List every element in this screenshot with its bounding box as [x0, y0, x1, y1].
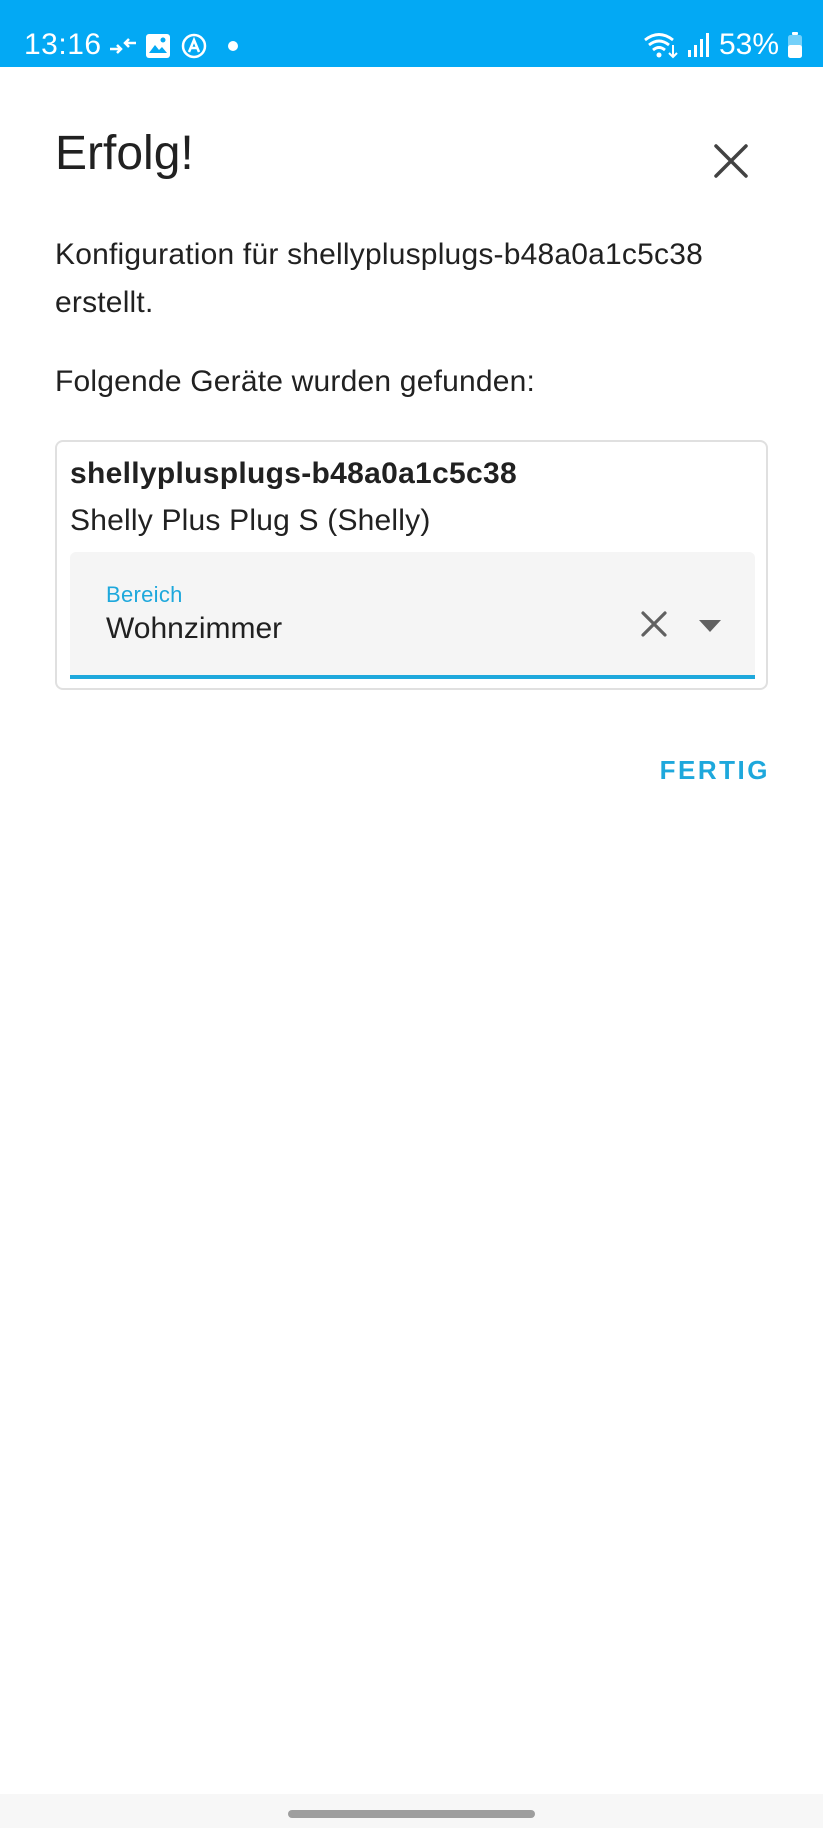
wifi-icon: [644, 33, 678, 59]
battery-icon: [788, 32, 802, 58]
data-transfer-icon: [110, 38, 136, 54]
devices-found-label: Folgende Geräte wurden gefunden:: [55, 365, 536, 398]
device-card: shellyplusplugs-b48a0a1c5c38 Shelly Plus…: [55, 440, 768, 690]
area-select[interactable]: Bereich Wohnzimmer: [70, 552, 755, 679]
device-model: Shelly Plus Plug S (Shelly): [70, 504, 431, 537]
dialog-title: Erfolg!: [55, 127, 194, 180]
battery-percent: 53%: [718, 28, 779, 61]
area-label: Bereich: [106, 582, 183, 607]
clear-area-button[interactable]: [632, 602, 676, 646]
autodraw-icon: [181, 33, 207, 59]
status-bar: 13:16 53%: [0, 0, 823, 67]
area-value: Wohnzimmer: [106, 612, 283, 645]
notification-dot-icon: [228, 41, 238, 51]
signal-icon: [687, 33, 709, 57]
close-button[interactable]: [700, 130, 762, 192]
status-time: 13:16: [24, 28, 102, 61]
home-indicator[interactable]: [288, 1810, 535, 1818]
success-message: Konfiguration für shellyplusplugs-b48a0a…: [55, 238, 703, 319]
navigation-bar: [0, 1794, 823, 1828]
device-name: shellyplusplugs-b48a0a1c5c38: [70, 457, 517, 490]
close-icon: [714, 144, 748, 178]
clear-icon: [641, 611, 667, 637]
done-button[interactable]: FERTIG: [640, 748, 770, 792]
area-dropdown-button[interactable]: [688, 604, 732, 648]
gallery-icon: [146, 34, 170, 58]
caret-down-icon: [699, 620, 721, 632]
status-right: 53%: [643, 28, 803, 62]
